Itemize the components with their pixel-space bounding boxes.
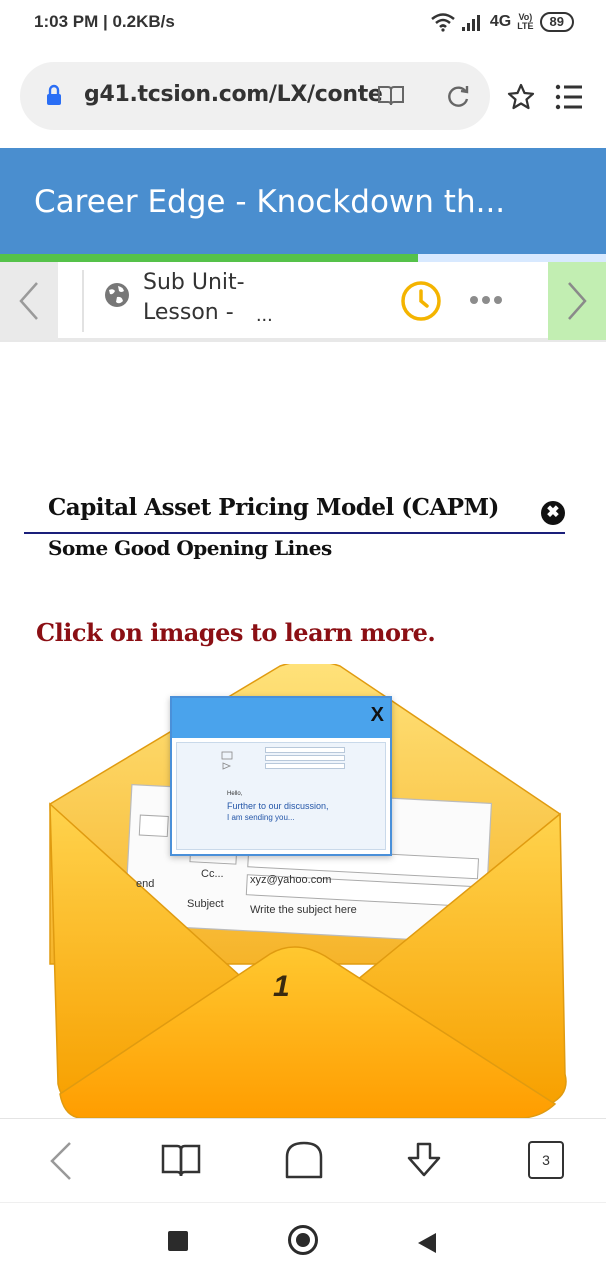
- popup-line-1: Further to our discussion,: [227, 801, 329, 811]
- more-options-icon[interactable]: [470, 296, 502, 304]
- topic-title: Capital Asset Pricing Model (CAPM): [48, 494, 499, 521]
- course-title: Career Edge - Knockdown th...: [34, 184, 506, 220]
- wifi-icon: [431, 13, 455, 32]
- volte-indicator: Vo) LTE: [517, 12, 534, 31]
- envelope-number: 1: [273, 970, 290, 1003]
- lesson-navigation: Sub Unit- Lesson - ...: [0, 262, 606, 342]
- download-icon[interactable]: [404, 1141, 444, 1181]
- lock-icon: [47, 84, 61, 105]
- subject-value: Write the subject here: [250, 904, 357, 916]
- back-icon[interactable]: [46, 1141, 74, 1181]
- popup-email-preview: Hello, Further to our discussion, I am s…: [176, 742, 386, 850]
- sub-unit-label: Sub Unit-: [143, 270, 245, 295]
- menu-icon[interactable]: [554, 82, 584, 112]
- click-hint: Click on images to learn more.: [36, 618, 436, 647]
- subject-label: Subject: [187, 898, 224, 910]
- reload-icon[interactable]: [444, 82, 472, 110]
- status-indicators: 4G Vo) LTE 89: [430, 12, 574, 32]
- cc-label: Cc...: [201, 868, 224, 880]
- status-time: 1:03 PM | 0.2KB/s: [34, 12, 175, 31]
- status-bar: 1:03 PM | 0.2KB/s 4G Vo) LTE 89: [0, 0, 606, 48]
- lesson-ellipsis: ...: [256, 304, 273, 326]
- course-progress-fill: [0, 254, 419, 262]
- browser-toolbar: 3: [0, 1118, 606, 1202]
- next-button[interactable]: [548, 262, 606, 340]
- bookmarks-icon[interactable]: [160, 1143, 202, 1179]
- popup-header: X: [172, 698, 390, 738]
- email-popup[interactable]: X Hello, Further to our discussion, I am…: [170, 696, 392, 856]
- battery-indicator: 89: [539, 12, 574, 32]
- mail-icon: [221, 751, 233, 770]
- home-icon[interactable]: [284, 1141, 324, 1179]
- tab-switcher-button[interactable]: 3: [528, 1141, 564, 1179]
- address-bar[interactable]: g41.tcsion.com/LX/conte: [20, 62, 490, 130]
- signal-icon: [461, 15, 480, 31]
- cc-value: xyz@yahoo.com: [250, 874, 332, 886]
- speed-text: 0.2KB/s: [112, 12, 175, 31]
- nav-divider: [82, 270, 84, 332]
- title-divider: [24, 532, 565, 534]
- previous-button[interactable]: [0, 262, 58, 340]
- clock-icon[interactable]: [400, 280, 442, 322]
- close-icon[interactable]: ✖: [541, 501, 565, 525]
- popup-line-2: I am sending you...: [227, 813, 295, 822]
- course-progress-bar: [0, 254, 606, 262]
- time-text: 1:03 PM: [34, 12, 99, 31]
- system-navigation: [0, 1202, 606, 1280]
- globe-icon: [105, 283, 129, 307]
- send-label: end: [136, 878, 155, 890]
- popup-close-icon[interactable]: X: [371, 704, 384, 727]
- popup-hello: Hello,: [227, 791, 243, 797]
- recent-apps-button[interactable]: [168, 1231, 188, 1251]
- reader-icon[interactable]: [376, 84, 406, 108]
- lesson-content: Capital Asset Pricing Model (CAPM) ✖ Som…: [0, 346, 606, 1119]
- topic-subtitle: Some Good Opening Lines: [48, 536, 332, 560]
- system-home-button[interactable]: [288, 1225, 318, 1255]
- url-text[interactable]: g41.tcsion.com/LX/conte: [84, 82, 383, 107]
- chevron-right-icon: [568, 282, 587, 320]
- system-back-icon[interactable]: [416, 1231, 438, 1255]
- chevron-left-icon: [19, 282, 38, 320]
- star-icon[interactable]: [506, 82, 536, 112]
- network-type: 4G: [489, 13, 512, 30]
- lesson-label: Lesson -: [143, 300, 234, 325]
- envelope-image[interactable]: end Cc... xyz@yahoo.com Subject Write th…: [40, 660, 580, 1119]
- course-title-banner: Career Edge - Knockdown th...: [0, 148, 606, 254]
